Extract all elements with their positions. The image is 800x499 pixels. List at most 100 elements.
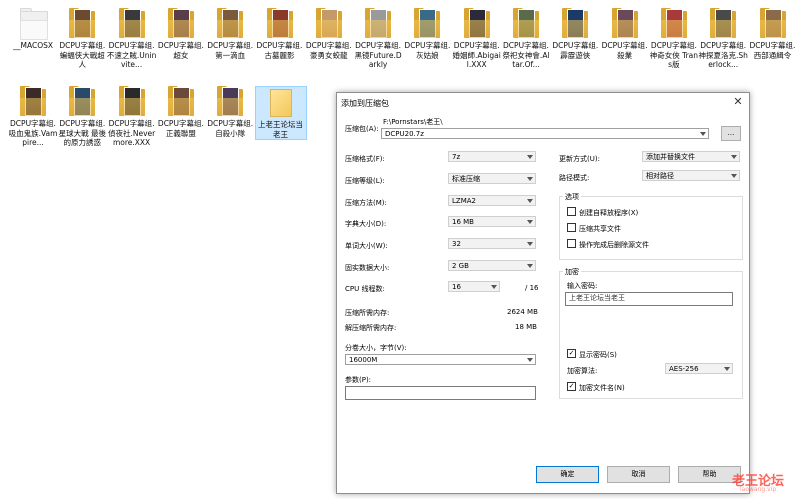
folder-item[interactable]: DCPU字幕组.超女: [156, 8, 206, 60]
folder-icon: [69, 8, 96, 38]
word-value: 32: [452, 240, 461, 248]
folder-label: DCPU字幕组.偵夜社.Nevermore.XXX: [107, 119, 156, 147]
folder-label: DCPU字幕组.黑镜Future.Darkly: [354, 41, 402, 69]
close-icon[interactable]: ✕: [731, 95, 745, 109]
folder-item[interactable]: DCPU字幕组.第一滴血: [205, 8, 255, 60]
options-title: 选项: [563, 192, 581, 202]
folder-label: DCPU字幕组.神奇女俠 Trans版: [649, 41, 699, 69]
chevron-down-icon: [527, 358, 533, 362]
folder-icon: [167, 86, 194, 116]
params-input[interactable]: [345, 386, 536, 400]
method-label: 压缩方法(M):: [345, 199, 387, 207]
folder-label: DCPU字幕组.婚姻師.Abigail.XXX: [452, 41, 501, 69]
update-select[interactable]: 添加并替换文件: [642, 151, 740, 162]
folder-item[interactable]: DCPU字幕组.祭祀女神會.Altar.Of...: [501, 8, 551, 70]
path-mode-select[interactable]: 相对路径: [642, 170, 740, 181]
word-select[interactable]: 32: [448, 238, 536, 249]
folder-item[interactable]: DCPU字幕组.神奇女俠 Trans版: [649, 8, 699, 70]
folder-icon: [463, 8, 490, 38]
enc-method-label: 加密算法:: [567, 367, 598, 375]
sfx-checkbox[interactable]: [567, 207, 576, 216]
cancel-button[interactable]: 取消: [607, 466, 670, 483]
sfx-label: 创建自释放程序(X): [579, 209, 639, 217]
chevron-down-icon: [527, 199, 533, 203]
chevron-down-icon: [527, 155, 533, 159]
chevron-down-icon: [527, 220, 533, 224]
browse-button[interactable]: ...: [721, 126, 741, 141]
mem-decomp-label: 解压缩所需内存:: [345, 324, 397, 332]
chevron-down-icon: [491, 285, 497, 289]
dict-select[interactable]: 16 MB: [448, 216, 536, 227]
folder-label: DCPU字幕组.祭祀女神會.Altar.Of...: [502, 41, 550, 69]
delete-label: 操作完成后删除源文件: [579, 241, 649, 249]
split-label: 分卷大小，字节(V):: [345, 344, 407, 352]
folder-item[interactable]: DCPU字幕组.豪勇女蛟龍: [304, 8, 354, 60]
folder-icon: [69, 86, 96, 116]
chevron-down-icon: [527, 242, 533, 246]
folder-icon: [167, 8, 194, 38]
chevron-down-icon: [724, 367, 730, 371]
folder-icon: [266, 8, 293, 38]
format-select[interactable]: 7z: [448, 151, 536, 162]
solid-value: 2 GB: [452, 262, 469, 270]
cpu-select[interactable]: 16: [448, 281, 500, 292]
archive-name-value: DCPU20.7z: [385, 130, 424, 138]
folder-icon: [118, 86, 145, 116]
folder-icon: [365, 8, 392, 38]
params-label: 参数(P):: [345, 376, 372, 384]
folder-icon: [217, 8, 244, 38]
encryption-title: 加密: [563, 267, 581, 277]
folder-item[interactable]: DCPU字幕组.霹靂遊俠: [550, 8, 600, 60]
folder-item[interactable]: DCPU字幕组.不速之賊.Uninvite...: [107, 8, 157, 70]
show-password-checkbox[interactable]: ✓: [567, 349, 576, 358]
show-password-label: 显示密码(S): [579, 351, 617, 359]
folder-item[interactable]: DCPU字幕组.婚姻師.Abigail.XXX: [452, 8, 502, 70]
chevron-down-icon: [731, 155, 737, 159]
dict-label: 字典大小(D):: [345, 220, 387, 228]
delete-checkbox[interactable]: [567, 239, 576, 248]
folder-icon: [414, 8, 441, 38]
split-combo[interactable]: 16000M: [345, 354, 536, 365]
folder-icon: [710, 8, 737, 38]
format-value: 7z: [452, 153, 461, 161]
method-select[interactable]: LZMA2: [448, 195, 536, 206]
folder-item[interactable]: DCPU字幕组.神探夏洛克.Sherlock...: [698, 8, 748, 70]
archive-name-combo[interactable]: DCPU20.7z: [381, 128, 709, 139]
solid-label: 固实数据大小:: [345, 264, 390, 272]
format-label: 压缩格式(F):: [345, 155, 385, 163]
folder-item[interactable]: DCPU字幕组.正義聯盟: [156, 86, 206, 138]
shared-checkbox[interactable]: [567, 223, 576, 232]
folder-item[interactable]: DCPU字幕组.西部通緝令: [748, 8, 798, 60]
ok-button[interactable]: 确定: [536, 466, 599, 483]
folder-item[interactable]: DCPU字幕组.黑镜Future.Darkly: [353, 8, 403, 70]
folder-item[interactable]: DCPU字幕组.殺業: [600, 8, 650, 60]
folder-label: DCPU字幕组.神探夏洛克.Sherlock...: [698, 41, 748, 69]
chevron-down-icon: [527, 177, 533, 181]
folder-label: DCPU字幕组.霹靂遊俠: [552, 41, 599, 60]
folder-item[interactable]: DCPU字幕组.偵夜社.Nevermore.XXX: [107, 86, 157, 148]
solid-select[interactable]: 2 GB: [448, 260, 536, 271]
folder-label: DCPU字幕组.殺業: [601, 41, 648, 60]
folder-item[interactable]: DCPU字幕组.吸血鬼族.Vampire...: [8, 86, 58, 148]
archive-label: 压缩包(A):: [345, 125, 379, 133]
folder-item[interactable]: DCPU字幕组.蝙蝠侠大戰超人: [57, 8, 107, 70]
folder-item[interactable]: DCPU字幕组.灰姑娘: [402, 8, 452, 60]
selected-file[interactable]: 上老王论坛当老王: [254, 86, 307, 140]
password-label: 输入密码:: [567, 282, 598, 290]
folder-label: DCPU字幕组.自殺小隊: [207, 119, 254, 138]
update-value: 添加并替换文件: [646, 153, 695, 161]
folder-macosx[interactable]: __MACOSX: [8, 8, 58, 51]
folder-label: DCPU字幕组.超女: [157, 41, 204, 60]
level-select[interactable]: 标准压缩: [448, 173, 536, 184]
encrypt-names-checkbox[interactable]: ✓: [567, 382, 576, 391]
folder-label: DCPU字幕组.吸血鬼族.Vampire...: [8, 119, 58, 147]
cpu-label: CPU 线程数:: [345, 285, 385, 293]
folder-item[interactable]: DCPU字幕组.星球大戰 最後的原力誘惑: [57, 86, 107, 148]
enc-method-value: AES-256: [669, 365, 699, 373]
mem-comp-value: 2624 MB: [507, 308, 538, 316]
folder-item[interactable]: DCPU字幕组.自殺小隊: [205, 86, 255, 138]
path-mode-value: 相对路径: [646, 172, 674, 180]
enc-method-select[interactable]: AES-256: [665, 363, 733, 374]
folder-item[interactable]: DCPU字幕组.古墓麗影: [255, 8, 305, 60]
password-input[interactable]: 上老王论坛当老王: [565, 292, 733, 306]
